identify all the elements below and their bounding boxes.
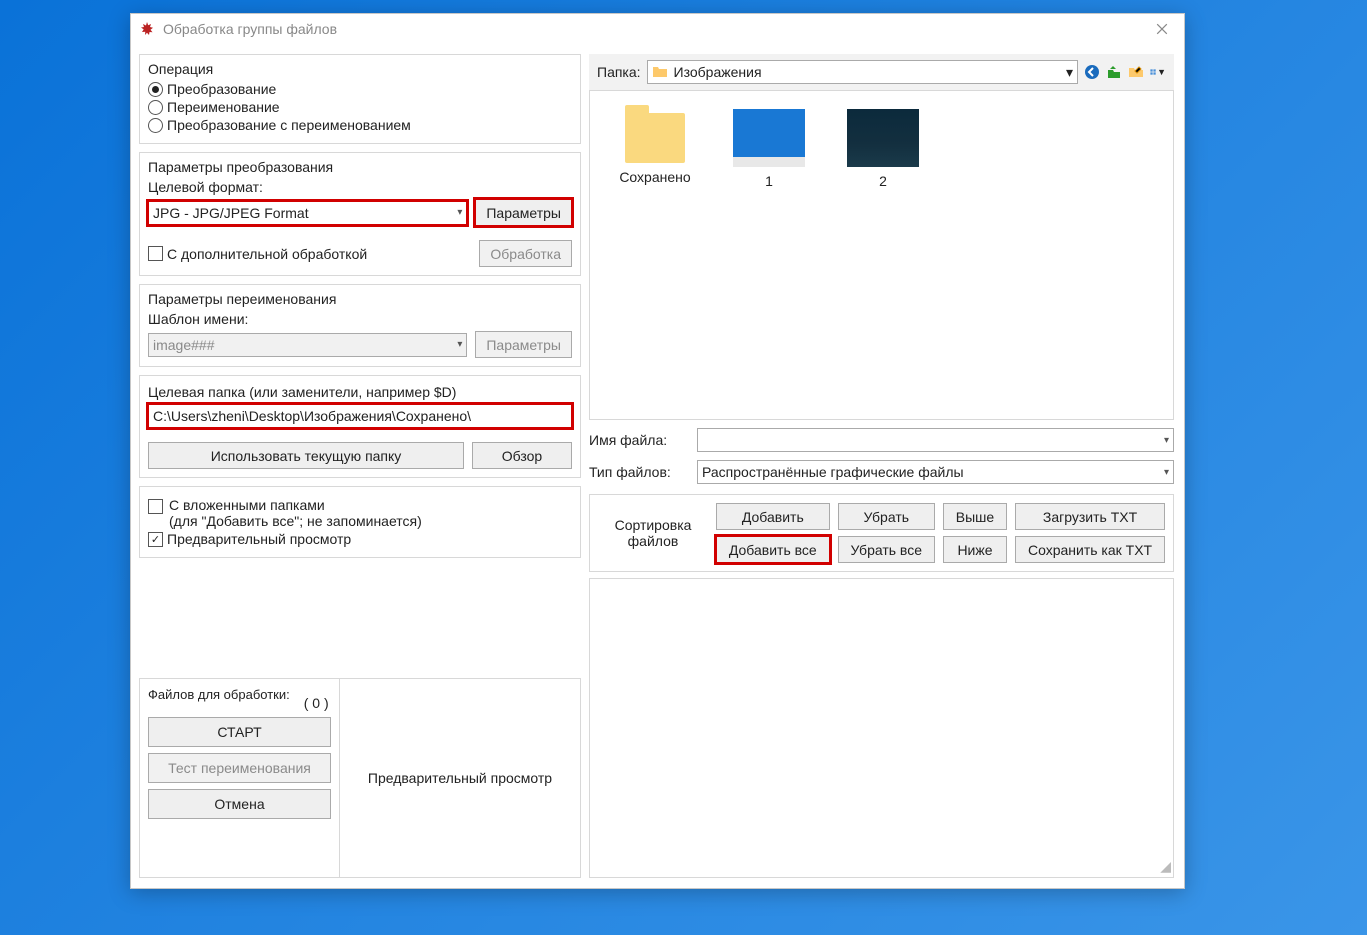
titlebar: Обработка группы файлов bbox=[131, 14, 1184, 44]
sort-header-1: Сортировка bbox=[615, 517, 692, 533]
filetype-label: Тип файлов: bbox=[589, 464, 689, 480]
radio-rename[interactable]: Переименование bbox=[148, 99, 572, 115]
rename-legend: Параметры переименования bbox=[148, 291, 572, 307]
subfolders-checkbox[interactable]: С вложенными папками (для "Добавить все"… bbox=[169, 497, 422, 529]
add-button[interactable]: Добавить bbox=[716, 503, 830, 530]
files-count-value: ( 0 ) bbox=[304, 695, 329, 711]
save-txt-button[interactable]: Сохранить как TXT bbox=[1015, 536, 1165, 563]
add-all-button[interactable]: Добавить все bbox=[716, 536, 830, 563]
radio-convert-rename-label: Преобразование с переименованием bbox=[167, 117, 411, 133]
sort-header: Сортировка файлов bbox=[598, 517, 708, 549]
test-rename-button: Тест переименования bbox=[148, 753, 331, 783]
rename-params-group: Параметры переименования Шаблон имени: i… bbox=[139, 284, 581, 367]
target-folder-group: Целевая папка (или заменители, например … bbox=[139, 375, 581, 478]
radio-convert-rename[interactable]: Преобразование с переименованием bbox=[148, 117, 572, 133]
subfolders-label-1: С вложенными папками bbox=[169, 497, 422, 513]
checkbox-indicator-icon bbox=[148, 246, 163, 261]
chevron-down-icon: ▾ bbox=[457, 207, 462, 218]
subfolders-label-2: (для "Добавить все"; не запоминается) bbox=[169, 513, 422, 529]
filename-label: Имя файла: bbox=[589, 432, 689, 448]
summary-block: Файлов для обработки: ( 0 ) СТАРТ Тест п… bbox=[139, 678, 581, 878]
folder-label: Папка: bbox=[597, 64, 641, 80]
file-browser-area[interactable]: Сохранено 1 2 bbox=[589, 91, 1174, 420]
view-mode-dropdown[interactable]: ▼ bbox=[1150, 64, 1166, 80]
thumb-label: 1 bbox=[765, 173, 773, 189]
chevron-down-icon: ▾ bbox=[1164, 435, 1169, 446]
convert-params-group: Параметры преобразования Целевой формат:… bbox=[139, 152, 581, 276]
resize-grip-icon[interactable]: ◢ bbox=[1160, 858, 1171, 875]
load-txt-button[interactable]: Загрузить TXT bbox=[1015, 503, 1165, 530]
app-icon bbox=[139, 21, 155, 37]
operation-group: Операция Преобразование Переименование П… bbox=[139, 54, 581, 144]
files-count-label: Файлов для обработки: bbox=[148, 687, 290, 703]
up-folder-icon[interactable] bbox=[1106, 64, 1122, 80]
remove-button[interactable]: Убрать bbox=[838, 503, 935, 530]
target-folder-value: C:\Users\zheni\Desktop\Изображения\Сохра… bbox=[153, 408, 471, 424]
extra-processing-label: С дополнительной обработкой bbox=[167, 246, 367, 262]
close-button[interactable] bbox=[1144, 15, 1180, 43]
window-title: Обработка группы файлов bbox=[163, 21, 1144, 37]
convert-legend: Параметры преобразования bbox=[148, 159, 572, 175]
target-format-select[interactable]: JPG - JPG/JPEG Format ▾ bbox=[148, 201, 467, 225]
folder-icon bbox=[625, 113, 685, 163]
chevron-down-icon: ▾ bbox=[1066, 64, 1073, 81]
options-group: С вложенными папками (для "Добавить все"… bbox=[139, 486, 581, 558]
processing-button: Обработка bbox=[479, 240, 572, 267]
preview-pane: Предварительный просмотр bbox=[340, 679, 580, 877]
folder-browser-bar: Папка: Изображения ▾ ▼ bbox=[589, 54, 1174, 91]
back-icon[interactable] bbox=[1084, 64, 1100, 80]
folder-select[interactable]: Изображения ▾ bbox=[647, 60, 1078, 84]
radio-convert[interactable]: Преобразование bbox=[148, 81, 572, 97]
browse-button[interactable]: Обзор bbox=[472, 442, 572, 469]
target-folder-input[interactable]: C:\Users\zheni\Desktop\Изображения\Сохра… bbox=[148, 404, 572, 428]
preview-label: Предварительный просмотр bbox=[167, 531, 351, 547]
chevron-down-icon: ▾ bbox=[457, 339, 462, 350]
extra-processing-checkbox[interactable]: С дополнительной обработкой bbox=[148, 246, 471, 262]
remove-all-button[interactable]: Убрать все bbox=[838, 536, 935, 563]
rename-params-button: Параметры bbox=[475, 331, 572, 358]
filetype-combo[interactable]: Распространённые графические файлы ▾ bbox=[697, 460, 1174, 484]
image-thumb-icon bbox=[847, 109, 919, 167]
folder-icon bbox=[652, 64, 668, 80]
thumb-label: Сохранено bbox=[619, 169, 690, 185]
radio-rename-label: Переименование bbox=[167, 99, 280, 115]
folder-thumb-saved[interactable]: Сохранено bbox=[612, 109, 698, 185]
start-button[interactable]: СТАРТ bbox=[148, 717, 331, 747]
preview-pane-label: Предварительный просмотр bbox=[368, 770, 552, 786]
image-thumb-2[interactable]: 2 bbox=[840, 109, 926, 189]
pattern-label: Шаблон имени: bbox=[148, 311, 572, 327]
file-actions-bar: Сортировка файлов Добавить Убрать Выше З… bbox=[589, 494, 1174, 572]
move-down-button[interactable]: Ниже bbox=[943, 536, 1007, 563]
radio-indicator-icon bbox=[148, 118, 163, 133]
target-format-label: Целевой формат: bbox=[148, 179, 572, 195]
radio-indicator-icon bbox=[148, 100, 163, 115]
radio-convert-label: Преобразование bbox=[167, 81, 276, 97]
move-up-button[interactable]: Выше bbox=[943, 503, 1007, 530]
name-pattern-input: image### ▾ bbox=[148, 333, 467, 357]
folder-select-value: Изображения bbox=[674, 64, 762, 80]
operation-legend: Операция bbox=[148, 61, 572, 77]
checkbox-indicator-icon bbox=[148, 499, 163, 514]
use-current-folder-button[interactable]: Использовать текущую папку bbox=[148, 442, 464, 469]
target-folder-legend: Целевая папка (или заменители, например … bbox=[148, 384, 572, 400]
output-file-list[interactable]: ◢ bbox=[589, 578, 1174, 878]
thumb-label: 2 bbox=[879, 173, 887, 189]
format-params-button[interactable]: Параметры bbox=[475, 199, 572, 226]
chevron-down-icon: ▾ bbox=[1164, 467, 1169, 478]
image-thumb-icon bbox=[733, 109, 805, 167]
batch-dialog-window: Обработка группы файлов Операция Преобра… bbox=[130, 13, 1185, 889]
cancel-button[interactable]: Отмена bbox=[148, 789, 331, 819]
target-format-value: JPG - JPG/JPEG Format bbox=[153, 205, 309, 221]
new-folder-icon[interactable] bbox=[1128, 64, 1144, 80]
preview-checkbox[interactable]: Предварительный просмотр bbox=[148, 531, 572, 547]
filename-combo[interactable]: ▾ bbox=[697, 428, 1174, 452]
name-pattern-value: image### bbox=[153, 337, 215, 353]
filetype-value: Распространённые графические файлы bbox=[702, 464, 964, 480]
checkbox-indicator-icon bbox=[148, 532, 163, 547]
radio-indicator-icon bbox=[148, 82, 163, 97]
image-thumb-1[interactable]: 1 bbox=[726, 109, 812, 189]
sort-header-2: файлов bbox=[628, 533, 679, 549]
